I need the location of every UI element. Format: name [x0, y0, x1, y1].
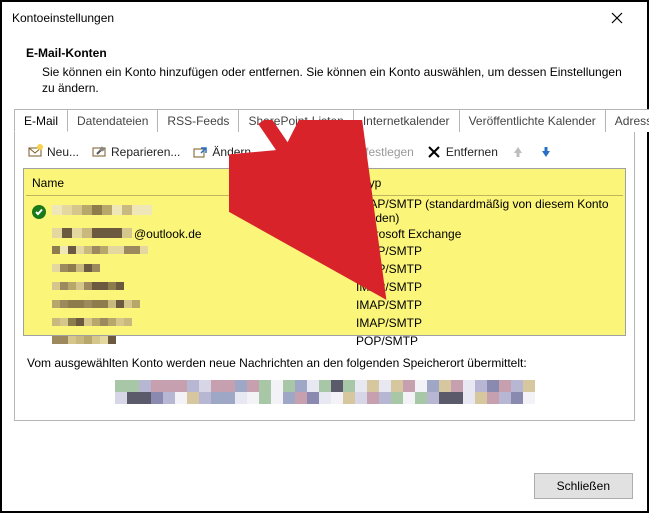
remove-icon: [426, 144, 442, 160]
account-type-cell: IMAP/SMTP: [356, 262, 623, 276]
dialog-button-row: Schließen: [534, 473, 633, 499]
account-name-cell: [26, 279, 356, 295]
table-row[interactable]: IMAP/SMTP: [26, 260, 623, 278]
new-button[interactable]: Neu...: [27, 144, 79, 160]
toolbar: Neu... Reparieren... Ändern... Als Stand…: [23, 142, 626, 168]
tab-internet-calendar[interactable]: Internetkalender: [353, 109, 460, 132]
account-type-cell: POP/SMTP: [356, 334, 623, 348]
account-list: Name Typ IMAP/SMTP (standardmäßig von di…: [23, 168, 626, 336]
account-type-cell: IMAP/SMTP: [356, 280, 623, 294]
redacted-name: [52, 246, 148, 259]
check-circle-icon: [273, 144, 289, 160]
close-icon: [611, 12, 623, 24]
account-name-cell: [26, 315, 356, 331]
column-name[interactable]: Name: [26, 171, 356, 196]
tab-rss[interactable]: RSS-Feeds: [157, 109, 239, 132]
redacted-name: [52, 336, 116, 349]
move-up-button[interactable]: [510, 144, 526, 160]
table-row[interactable]: IMAP/SMTP: [26, 278, 623, 296]
table-row[interactable]: IMAP/SMTP: [26, 296, 623, 314]
close-button[interactable]: [597, 2, 637, 34]
redacted-name: [52, 318, 132, 331]
account-name-cell: @outlook.de: [26, 227, 356, 241]
new-label: Neu...: [47, 145, 79, 159]
titlebar: Kontoeinstellungen: [2, 2, 647, 34]
redacted-name: [52, 300, 140, 313]
tab-email[interactable]: E-Mail: [14, 109, 68, 132]
redacted-name: [52, 282, 124, 295]
window-title: Kontoeinstellungen: [12, 11, 114, 25]
move-down-button[interactable]: [538, 144, 554, 160]
account-type-cell: IMAP/SMTP: [356, 298, 623, 312]
tab-sharepoint[interactable]: SharePoint-Listen: [238, 109, 353, 132]
table-row[interactable]: IMAP/SMTP (standardmäßig von diesem Kont…: [26, 196, 623, 226]
table-row[interactable]: IMAP/SMTP: [26, 242, 623, 260]
change-label: Ändern...: [212, 145, 261, 159]
table-row[interactable]: POP/SMTP: [26, 332, 623, 350]
new-icon: [27, 144, 43, 160]
account-type-cell: Microsoft Exchange: [356, 227, 623, 241]
account-name-cell: [26, 204, 356, 218]
account-type-cell: IMAP/SMTP: [356, 316, 623, 330]
set-default-button[interactable]: Als Standard festlegen: [273, 144, 414, 160]
column-type[interactable]: Typ: [356, 171, 623, 196]
tab-published-calendar[interactable]: Veröffentlichte Kalender: [459, 109, 606, 132]
arrow-up-icon: [510, 144, 526, 160]
repair-button[interactable]: Reparieren...: [91, 144, 180, 160]
close-dialog-button[interactable]: Schließen: [534, 473, 633, 499]
table-row[interactable]: IMAP/SMTP: [26, 314, 623, 332]
header-heading: E-Mail-Konten: [26, 46, 623, 60]
tab-body: Neu... Reparieren... Ändern... Als Stand…: [14, 132, 635, 421]
tab-area: E-Mail Datendateien RSS-Feeds SharePoint…: [14, 108, 635, 421]
account-type-cell: IMAP/SMTP (standardmäßig von diesem Kont…: [356, 197, 623, 225]
table-row[interactable]: @outlook.de Microsoft Exchange: [26, 226, 623, 242]
account-name-cell: [26, 333, 356, 349]
tab-data-files[interactable]: Datendateien: [67, 109, 158, 132]
change-icon: [192, 144, 208, 160]
list-header: Name Typ: [26, 171, 623, 196]
repair-label: Reparieren...: [111, 145, 180, 159]
redacted-name: [52, 264, 100, 277]
tab-address-books[interactable]: Adressbücher: [605, 109, 649, 132]
redacted-location: [23, 376, 626, 408]
remove-button[interactable]: Entfernen: [426, 144, 498, 160]
remove-label: Entfernen: [446, 145, 498, 159]
redacted-name: [52, 228, 132, 241]
account-name-cell: [26, 261, 356, 277]
redacted-name: [52, 205, 152, 218]
account-rows: IMAP/SMTP (standardmäßig von diesem Kont…: [26, 196, 623, 350]
account-type-cell: IMAP/SMTP: [356, 244, 623, 258]
change-button[interactable]: Ändern...: [192, 144, 261, 160]
account-name-cell: [26, 297, 356, 313]
repair-icon: [91, 144, 107, 160]
set-default-label: Als Standard festlegen: [293, 145, 414, 159]
tab-strip: E-Mail Datendateien RSS-Feeds SharePoint…: [14, 108, 635, 132]
account-name-cell: [26, 243, 356, 259]
account-name-suffix: @outlook.de: [134, 227, 202, 241]
header-description: Sie können ein Konto hinzufügen oder ent…: [26, 64, 623, 96]
default-account-icon: [32, 205, 46, 219]
header-block: E-Mail-Konten Sie können ein Konto hinzu…: [2, 34, 647, 102]
arrow-down-icon: [538, 144, 554, 160]
